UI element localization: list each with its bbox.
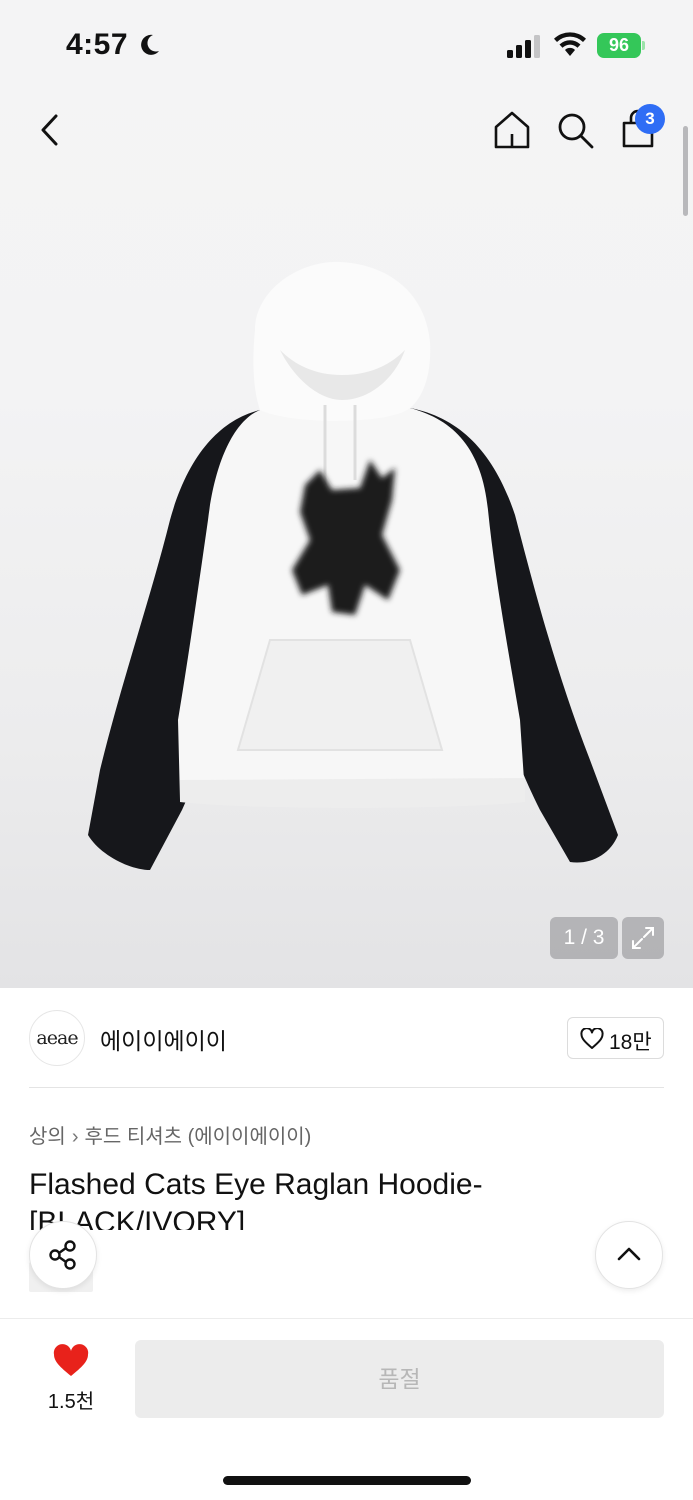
expand-button[interactable] (622, 917, 664, 959)
breadcrumb-item-subcategory[interactable]: 후드 티셔츠 (에이이에이이) (84, 1126, 311, 1148)
heart-filled-icon[interactable] (52, 1344, 90, 1378)
search-icon[interactable] (553, 108, 597, 152)
share-button[interactable] (29, 1221, 97, 1289)
brand-like-button[interactable]: 18만 (567, 1017, 664, 1059)
home-indicator (223, 1476, 471, 1485)
battery-icon: 96 (597, 33, 645, 58)
moon-icon (141, 34, 159, 55)
wish-count: 1.5천 (47, 1391, 95, 1413)
product-title: Flashed Cats Eye Raglan Hoodie-[BLACK/IV… (29, 1168, 483, 1230)
product-image[interactable] (70, 250, 630, 890)
brand-like-count: 18만 (609, 1031, 652, 1054)
wifi-icon (554, 32, 586, 56)
divider (29, 1087, 664, 1088)
status-bar: 4:57 96 (0, 0, 693, 90)
brand-logo[interactable]: aeae (29, 1010, 85, 1066)
soldout-button[interactable]: 품절 (135, 1340, 664, 1418)
status-time: 4:57 (66, 28, 129, 61)
scroll-indicator (683, 126, 688, 216)
chevron-up-icon (617, 1247, 641, 1261)
image-counter: 1 / 3 (550, 917, 618, 959)
home-icon[interactable] (490, 108, 534, 152)
cart-count-badge: 3 (635, 104, 665, 134)
share-icon (49, 1240, 76, 1270)
product-hero: 4:57 96 3 1 / 3 (0, 0, 693, 988)
signal-icon (507, 35, 540, 58)
expand-icon (632, 927, 654, 949)
breadcrumb-item-category[interactable]: 상의 (29, 1126, 66, 1148)
brand-name[interactable]: 에이이에이이 (100, 1022, 227, 1056)
battery-level: 96 (608, 35, 630, 55)
chevron-right-icon: › (71, 1126, 79, 1148)
scroll-top-button[interactable] (595, 1221, 663, 1289)
breadcrumb: 상의 › 후드 티셔츠 (에이이에이이) (29, 1120, 311, 1149)
heart-outline-icon (580, 1028, 604, 1049)
back-button[interactable] (34, 110, 68, 150)
